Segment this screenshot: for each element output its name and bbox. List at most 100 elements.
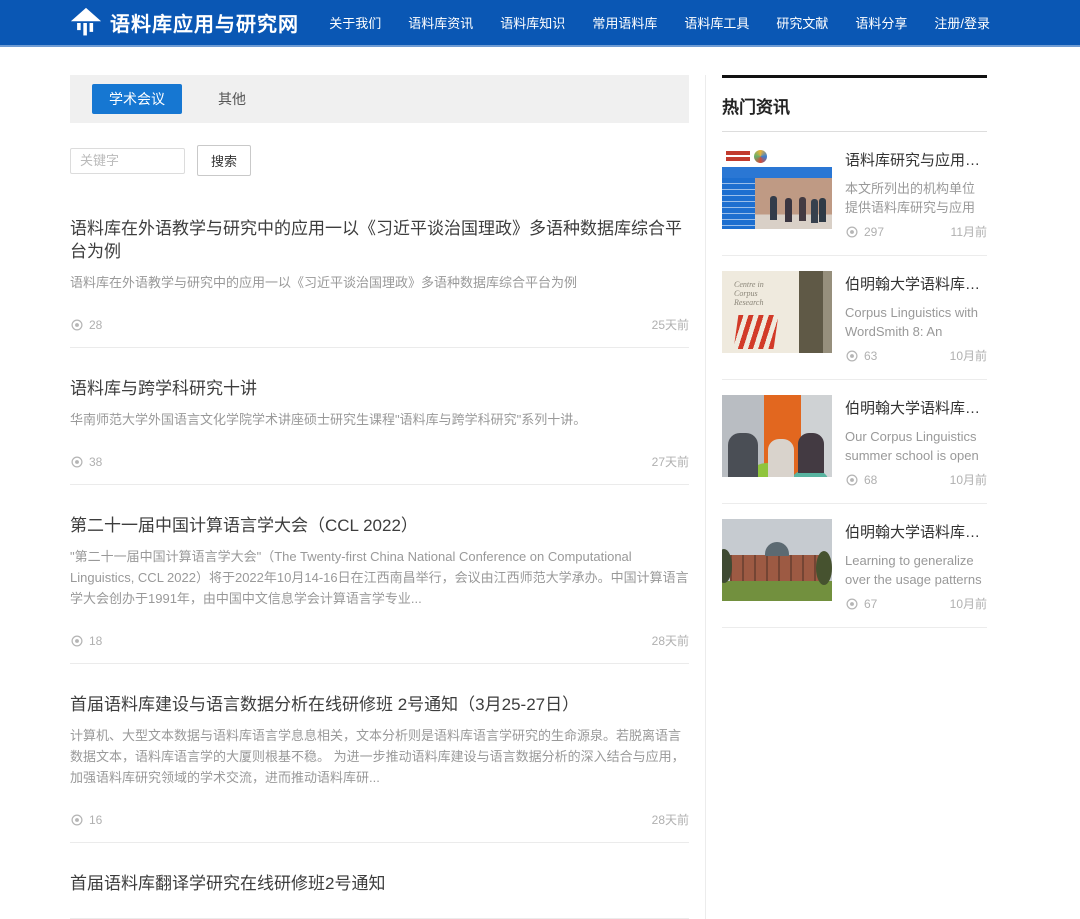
view-count-value: 16 (89, 813, 102, 827)
sidebar-item-summary: Our Corpus Linguistics summer school is … (845, 427, 987, 465)
article-timestamp: 28天前 (652, 811, 689, 828)
nav-item-literature[interactable]: 研究文献 (776, 13, 828, 32)
tab-other[interactable]: 其他 (218, 89, 246, 109)
nav-item-login[interactable]: 注册/登录 (934, 13, 990, 32)
site-brand[interactable]: 语料库应用与研究网 (70, 7, 299, 39)
article-title[interactable]: 第二十一届中国计算语言学大会（CCL 2022） (70, 514, 689, 537)
thumb-decor (798, 433, 824, 473)
nav-item-knowledge[interactable]: 语料库知识 (500, 13, 565, 32)
thumb-decor (722, 581, 832, 601)
eye-icon (70, 455, 84, 469)
eye-icon (70, 318, 84, 332)
view-count: 16 (70, 813, 102, 827)
tab-academic-conference[interactable]: 学术会议 (92, 84, 182, 114)
view-count-value: 68 (864, 473, 877, 487)
view-count-value: 28 (89, 318, 102, 332)
article-title[interactable]: 首届语料库翻译学研究在线研修班2号通知 (70, 872, 689, 895)
sidebar-item-summary: 本文所列出的机构单位提供语料库研究与应用相关资讯，如学... (845, 179, 987, 217)
sidebar-news-item[interactable]: 语料库研究与应用相关机... 本文所列出的机构单位提供语料库研究与应用相关资讯，… (722, 132, 987, 256)
search-input[interactable] (70, 148, 185, 174)
thumb-decor (730, 555, 824, 581)
nav-item-corpora[interactable]: 常用语料库 (592, 13, 657, 32)
article-thumbnail-summer-school (722, 395, 832, 477)
sidebar-header: 热门资讯 (722, 75, 987, 132)
view-count-value: 297 (864, 225, 884, 239)
thumb-decor (765, 542, 789, 556)
article-summary: 计算机、大型文本数据与语料库语言学息息相关，文本分析则是语料库语言学研究的生命源… (70, 725, 689, 788)
sidebar-item-summary: Corpus Linguistics with WordSmith 8: An … (845, 303, 987, 341)
article-thumbnail-corpus-research-sign: Centre in Corpus Research (722, 271, 832, 353)
view-count: 18 (70, 634, 102, 648)
thumb-decor (754, 150, 767, 163)
thumb-decor (734, 315, 779, 349)
article-timestamp: 28天前 (652, 632, 689, 649)
sidebar-item-timestamp: 10月前 (950, 471, 987, 488)
sidebar-item-text: 语料库研究与应用相关机... 本文所列出的机构单位提供语料库研究与应用相关资讯，… (845, 147, 987, 240)
view-count-value: 63 (864, 349, 877, 363)
sidebar-item-text: 伯明翰大学语料库研究中... Corpus Linguistics with W… (845, 271, 987, 364)
nav-item-news[interactable]: 语料库资讯 (408, 13, 473, 32)
thumb-decor (770, 196, 777, 220)
eye-icon (845, 597, 859, 611)
thumb-decor (755, 178, 832, 229)
sidebar-news-item[interactable]: Centre in Corpus Research 伯明翰大学语料库研究中...… (722, 256, 987, 380)
sidebar-item-title[interactable]: 伯明翰大学语料库研究中... (845, 397, 987, 418)
article-meta: 16 28天前 (70, 811, 689, 828)
article-thumbnail-campus-building (722, 519, 832, 601)
top-navbar: 语料库应用与研究网 关于我们 语料库资讯 语料库知识 常用语料库 语料库工具 研… (0, 0, 1080, 47)
sidebar-item-timestamp: 10月前 (950, 347, 987, 364)
sidebar-item-timestamp: 11月前 (951, 223, 987, 240)
article-summary: 华南师范大学外国语言文化学院学术讲座硕士研究生课程"语料库与跨学科研究"系列十讲… (70, 409, 689, 430)
nav-item-tools[interactable]: 语料库工具 (684, 13, 749, 32)
thumb-decor (728, 433, 758, 477)
sidebar-news-item[interactable]: 伯明翰大学语料库研究中... Our Corpus Linguistics su… (722, 380, 987, 504)
main-menu: 关于我们 语料库资讯 语料库知识 常用语料库 语料库工具 研究文献 语料分享 注… (329, 13, 990, 32)
article-title[interactable]: 首届语料库建设与语言数据分析在线研修班 2号通知（3月25-27日） (70, 693, 689, 716)
sidebar-news-item[interactable]: 伯明翰大学语料库研究中... Learning to generalize ov… (722, 504, 987, 628)
eye-icon (70, 634, 84, 648)
sidebar-item-text: 伯明翰大学语料库研究中... Our Corpus Linguistics su… (845, 395, 987, 488)
site-logo-arrow-bars-icon (70, 7, 102, 39)
sidebar-item-meta: 68 10月前 (845, 471, 987, 488)
view-count-value: 38 (89, 455, 102, 469)
sidebar-title: 热门资讯 (722, 93, 987, 118)
eye-icon (845, 349, 859, 363)
nav-item-sharing[interactable]: 语料分享 (855, 13, 907, 32)
sidebar-item-meta: 63 10月前 (845, 347, 987, 364)
view-count: 68 (845, 473, 877, 487)
category-tabbar: 学术会议 其他 (70, 75, 689, 123)
nav-item-about[interactable]: 关于我们 (329, 13, 381, 32)
article-summary: 语料库在外语教学与研究中的应用一以《习近平谈治国理政》多语种数据库综合平台为例 (70, 272, 689, 293)
navbar-inner: 语料库应用与研究网 关于我们 语料库资讯 语料库知识 常用语料库 语料库工具 研… (0, 0, 1080, 45)
thumb-decor (722, 167, 832, 178)
article-timestamp: 27天前 (652, 453, 689, 470)
thumb-decor (726, 151, 750, 162)
hot-news-sidebar: 热门资讯 语料库研究与应用相关机... 本文所列出的机构单位提供语料库研究与应用… (722, 75, 987, 919)
sidebar-item-title[interactable]: 伯明翰大学语料库研究中... (845, 273, 987, 294)
article-meta: 18 28天前 (70, 632, 689, 649)
view-count: 67 (845, 597, 877, 611)
site-title: 语料库应用与研究网 (110, 8, 299, 37)
sidebar-item-timestamp: 10月前 (950, 595, 987, 612)
article-title[interactable]: 语料库在外语教学与研究中的应用一以《习近平谈治国理政》多语种数据库综合平台为例 (70, 217, 689, 263)
article-title[interactable]: 语料库与跨学科研究十讲 (70, 377, 689, 400)
search-button[interactable]: 搜索 (197, 145, 251, 176)
article-row: 语料库在外语教学与研究中的应用一以《习近平谈治国理政》多语种数据库综合平台为例 … (70, 188, 689, 348)
sidebar-item-title[interactable]: 伯明翰大学语料库研究中... (845, 521, 987, 542)
article-summary: "第二十一届中国计算语言学大会"（The Twenty-first China … (70, 546, 689, 609)
article-thumbnail-institution-website (722, 147, 832, 229)
thumb-decor (722, 178, 755, 229)
view-count-value: 67 (864, 597, 877, 611)
view-count: 38 (70, 455, 102, 469)
view-count-value: 18 (89, 634, 102, 648)
article-timestamp: 25天前 (652, 316, 689, 333)
thumb-sign-text: Centre in Corpus Research (734, 280, 789, 307)
search-row: 搜索 (70, 145, 689, 176)
sidebar-item-title[interactable]: 语料库研究与应用相关机... (845, 149, 987, 170)
article-row-partial: 首届语料库翻译学研究在线研修班2号通知 (70, 843, 689, 919)
sidebar-item-meta: 67 10月前 (845, 595, 987, 612)
sidebar-item-meta: 297 11月前 (845, 223, 987, 240)
view-count: 297 (845, 225, 884, 239)
article-row: 第二十一届中国计算语言学大会（CCL 2022） "第二十一届中国计算语言学大会… (70, 485, 689, 664)
eye-icon (845, 225, 859, 239)
